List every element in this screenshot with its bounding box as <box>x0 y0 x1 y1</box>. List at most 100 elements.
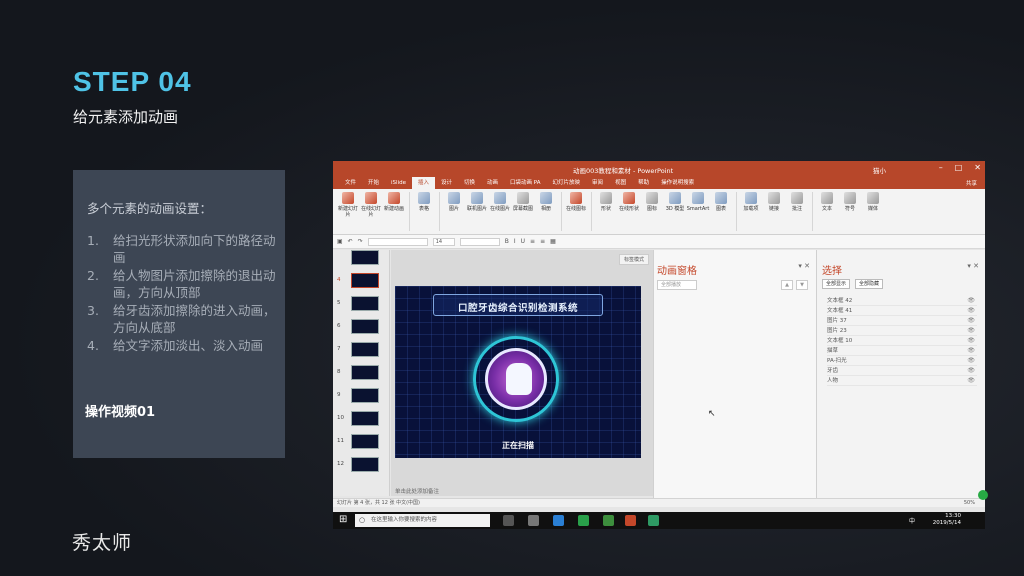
powerpoint-icon[interactable] <box>625 515 636 526</box>
taskbar-clock[interactable]: 13:30 2019/5/14 <box>933 513 961 527</box>
tab-help[interactable]: 帮助 <box>632 177 655 189</box>
new-animation-button[interactable]: 新建动画 <box>383 192 405 231</box>
slide-thumbnail-5[interactable]: 5 <box>337 296 385 312</box>
eye-icon[interactable]: 👁 <box>967 306 975 316</box>
bold-icon[interactable]: B <box>505 238 509 245</box>
play-all-button[interactable]: 全部播放 <box>657 280 697 290</box>
close-icon[interactable]: ▾ ✕ <box>798 262 810 270</box>
show-all-button[interactable]: 全部显示 <box>822 279 851 289</box>
album-button[interactable]: 相册 <box>535 192 557 231</box>
slide-thumbnail-12[interactable]: 12 <box>337 457 385 473</box>
zoom-level[interactable]: 50% <box>964 499 975 507</box>
tab-home[interactable]: 开始 <box>362 177 385 189</box>
edge-browser-icon[interactable] <box>553 515 564 526</box>
share-button[interactable]: 共享 <box>966 179 977 187</box>
slide-thumbnail-4[interactable]: 4 <box>337 273 385 289</box>
eye-icon[interactable]: 👁 <box>967 336 975 346</box>
slide-thumbnail-8[interactable]: 8 <box>337 365 385 381</box>
underline-icon[interactable]: U <box>521 238 525 245</box>
list-item[interactable]: 图片 23 👁 <box>827 326 977 336</box>
addins-button[interactable]: 加载项 <box>740 192 762 231</box>
eye-icon[interactable]: 👁 <box>967 296 975 306</box>
tab-transitions[interactable]: 切换 <box>458 177 481 189</box>
arrange-icon[interactable]: ▦ <box>550 238 556 245</box>
slide-canvas[interactable]: 口腔牙齿综合识别检测系统 正在扫描 <box>395 286 641 458</box>
online-icon-button[interactable]: 在线图标 <box>565 192 587 231</box>
redo-icon[interactable]: ↷ <box>358 238 363 245</box>
taskbar-search-input[interactable]: ○ 在这里输入你要搜索的内容 <box>355 514 490 527</box>
notes-field[interactable]: 单击此处添加备注 <box>395 487 439 495</box>
new-slide-button[interactable]: 新建幻灯片 <box>337 192 359 231</box>
text-button[interactable]: 文本 <box>816 192 838 231</box>
online-slide-button[interactable]: 在线幻灯片 <box>360 192 382 231</box>
tab-design[interactable]: 设计 <box>435 177 458 189</box>
user-name[interactable]: 猫小 <box>873 165 886 175</box>
3d-model-button[interactable]: 3D 模型 <box>664 192 686 231</box>
mic-icon[interactable] <box>503 515 514 526</box>
hide-all-button[interactable]: 全部隐藏 <box>855 279 884 289</box>
tell-me-search[interactable]: 操作说明搜索 <box>655 177 700 189</box>
tab-animations[interactable]: 动画 <box>481 177 504 189</box>
undo-icon[interactable]: ↶ <box>348 238 353 245</box>
media-player-icon[interactable] <box>648 515 659 526</box>
slide-thumbnail-10[interactable]: 10 <box>337 411 385 427</box>
list-item[interactable]: 图片 37 👁 <box>827 316 977 326</box>
slide-title-box[interactable]: 口腔牙齿综合识别检测系统 <box>433 294 603 316</box>
eye-icon[interactable]: 👁 <box>967 326 975 336</box>
tooth-image[interactable] <box>506 363 532 395</box>
wechat-icon[interactable] <box>578 515 589 526</box>
list-item[interactable]: 人物 👁 <box>827 376 977 386</box>
font-size-field[interactable]: 14 <box>432 237 455 246</box>
slide-thumbnail-6[interactable]: 6 <box>337 319 385 335</box>
person-image[interactable] <box>485 348 547 410</box>
tab-file[interactable]: 文件 <box>339 177 362 189</box>
minimize-icon[interactable]: – <box>939 163 943 172</box>
list-item[interactable]: 文本框 42 👁 <box>827 296 977 306</box>
slide-editor[interactable]: 标签模式 口腔牙齿综合识别检测系统 正在扫描 <box>391 250 653 496</box>
security-icon[interactable] <box>603 515 614 526</box>
eye-icon[interactable]: 👁 <box>967 346 975 356</box>
eye-icon[interactable]: 👁 <box>967 366 975 376</box>
tab-review[interactable]: 审阅 <box>586 177 609 189</box>
slide-thumbnail-11[interactable]: 11 <box>337 434 385 450</box>
close-icon[interactable]: ▾ ✕ <box>967 262 979 270</box>
screenshot-button[interactable]: 屏幕截图 <box>512 192 534 231</box>
input-method-indicator[interactable]: 中 <box>909 516 915 525</box>
tab-pocket-animation[interactable]: 口袋动画 PA <box>504 177 546 189</box>
maximize-icon[interactable]: □ <box>955 163 963 172</box>
tag-mode-button[interactable]: 标签模式 <box>618 254 649 265</box>
shapes-button[interactable]: 形状 <box>595 192 617 231</box>
font-name-field[interactable] <box>367 237 428 246</box>
symbol-button[interactable]: 符号 <box>839 192 861 231</box>
list-item[interactable]: 文本框 41 👁 <box>827 306 977 316</box>
link-button[interactable]: 链接 <box>763 192 785 231</box>
windows-start-icon[interactable]: ⊞ <box>339 514 347 525</box>
picture-button[interactable]: 图片 <box>443 192 465 231</box>
tab-insert[interactable]: 插入 <box>411 177 435 189</box>
tab-slideshow[interactable]: 幻灯片放映 <box>547 177 587 189</box>
list-item[interactable]: 文本框 10 👁 <box>827 336 977 346</box>
move-up-button[interactable]: ▲ <box>781 280 793 290</box>
save-icon[interactable]: ▣ <box>337 238 343 245</box>
italic-icon[interactable]: I <box>514 238 516 245</box>
smartart-button[interactable]: SmartArt <box>687 192 709 231</box>
eye-icon[interactable]: 👁 <box>967 356 975 366</box>
slide-caption[interactable]: 正在扫描 <box>395 440 641 451</box>
scan-ring-graphic[interactable] <box>473 336 559 422</box>
list-item[interactable]: 牙齿 👁 <box>827 366 977 376</box>
eye-icon[interactable]: 👁 <box>967 376 975 386</box>
list-item[interactable]: PA-扫光 👁 <box>827 356 977 366</box>
align-icon[interactable]: ≡ <box>530 238 535 245</box>
table-button[interactable]: 表格 <box>413 192 435 231</box>
online-picture-button[interactable]: 联机图片 <box>466 192 488 231</box>
icons-button[interactable]: 图标 <box>641 192 663 231</box>
task-view-icon[interactable] <box>528 515 539 526</box>
online-shapes-button[interactable]: 在线形状 <box>618 192 640 231</box>
eye-icon[interactable]: 👁 <box>967 316 975 326</box>
comment-button[interactable]: 批注 <box>786 192 808 231</box>
close-icon[interactable]: ✕ <box>974 163 981 172</box>
web-picture-button[interactable]: 在线图片 <box>489 192 511 231</box>
move-down-button[interactable]: ▼ <box>796 280 808 290</box>
slide-thumbnail-7[interactable]: 7 <box>337 342 385 358</box>
media-button[interactable]: 媒体 <box>862 192 884 231</box>
